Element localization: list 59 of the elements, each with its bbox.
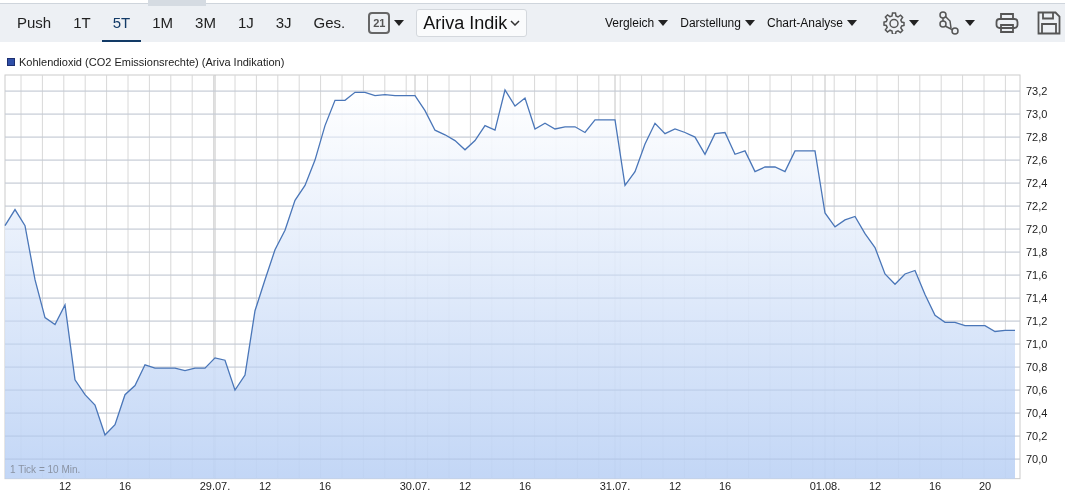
y-axis-label: 70,8 [1026,361,1048,374]
x-axis-label: 16 [518,480,532,492]
y-axis-label: 71,4 [1026,292,1048,305]
period-tab[interactable]: Push [6,4,63,42]
dropdown-menu[interactable]: Vergleich [604,14,669,32]
y-axis-label: 71,2 [1026,315,1048,328]
dropdown-menu[interactable]: Darstellung [680,14,755,32]
period-tab[interactable]: Ges. [302,4,357,42]
y-axis-label: 72,0 [1026,223,1048,236]
y-axis-label: 70,2 [1026,430,1048,443]
period-tab[interactable]: 3M [184,4,227,42]
legend-label: Kohlendioxid (CO2 Emissionsrechte) (Ariva Indikation) [19,54,285,70]
caret-icon[interactable] [394,20,405,26]
y-axis-label: 72,4 [1026,177,1048,190]
y-axis-label: 70,0 [1026,453,1048,466]
calendar-icon[interactable]: 21 [368,12,391,34]
source-select[interactable]: Ariva Indik [416,9,528,37]
x-axis-label: 12 [668,480,682,492]
y-axis-label: 72,6 [1026,154,1048,167]
x-axis-label: 29.07. [199,480,231,492]
x-axis-label: 01.08. [809,480,841,492]
legend-swatch [7,58,15,66]
x-axis-label: 31.07. [599,480,631,492]
period-tab[interactable]: 1T [62,4,102,42]
y-axis-label: 72,2 [1026,200,1048,213]
caret-icon [847,20,857,26]
period-tab[interactable]: 5T [101,4,142,42]
x-axis-label: 12 [258,480,272,492]
caret-icon[interactable] [965,20,975,26]
y-axis-label: 71,6 [1026,269,1048,282]
period-tab[interactable]: 1M [141,4,185,42]
x-axis-label: 12 [868,480,882,492]
x-axis-label: 20 [978,480,992,492]
x-axis-label: 12 [458,480,472,492]
chevron-icon [510,20,521,26]
settings-icon[interactable] [883,12,905,34]
y-axis-label: 70,4 [1026,407,1048,420]
y-axis-label: 73,0 [1026,108,1048,121]
period-tab[interactable]: 1J [226,4,265,42]
tick-note: 1 Tick = 10 Min. [10,464,81,475]
nodes-icon[interactable] [939,11,961,35]
x-axis-label: 16 [318,480,332,492]
caret-icon[interactable] [909,20,919,26]
y-axis-label: 71,8 [1026,246,1048,259]
period-tab[interactable]: 3J [264,4,303,42]
y-axis-label: 70,6 [1026,384,1048,397]
x-axis-label: 16 [118,480,132,492]
caret-icon [744,20,755,26]
caret-icon [658,20,669,26]
y-axis-label: 73,2 [1026,85,1048,98]
print-icon[interactable] [995,12,1019,34]
x-axis-label: 30.07. [399,480,431,492]
dropdown-menu[interactable]: Chart-Analyse [766,14,857,32]
x-axis-label: 12 [58,480,72,492]
save-icon[interactable] [1037,11,1061,35]
x-axis-label: 16 [928,480,942,492]
y-axis-label: 72,8 [1026,131,1048,144]
y-axis-label: 71,0 [1026,338,1048,351]
x-axis-label: 16 [718,480,732,492]
